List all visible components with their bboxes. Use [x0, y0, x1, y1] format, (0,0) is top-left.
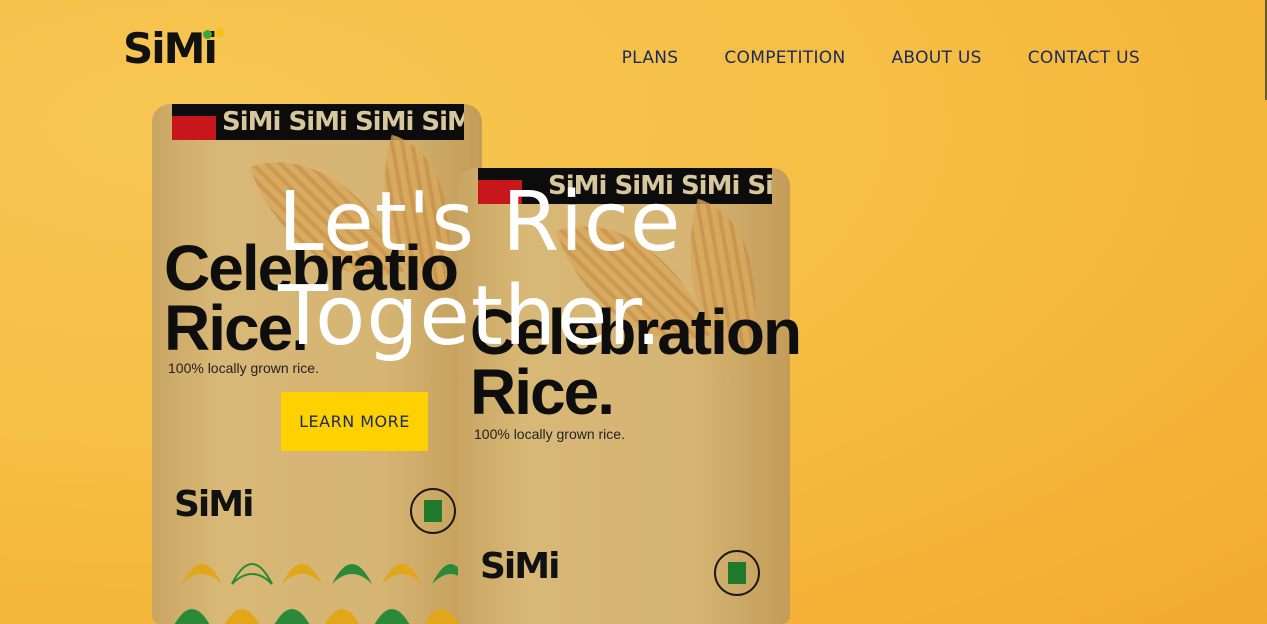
hero-title-line2: Together. — [278, 269, 663, 364]
hero-title: Let's Rice Together. — [278, 176, 718, 364]
leaf-pattern-icon — [174, 563, 467, 624]
main-nav: PLANS COMPETITION ABOUT US CONTACT US — [622, 48, 1140, 68]
nav-competition[interactable]: COMPETITION — [724, 48, 845, 68]
proudly-nigerian-seal-icon — [410, 488, 456, 534]
bag-logo: SiMi — [174, 484, 254, 525]
logo-green-dot — [203, 30, 212, 39]
logo-yellow-dot — [215, 28, 224, 37]
proudly-nigerian-seal-icon — [714, 550, 760, 596]
nav-contact-us[interactable]: CONTACT US — [1028, 48, 1140, 68]
bag-name-line2: Rice. — [470, 356, 615, 428]
bag-tagline: 100% locally grown rice. — [474, 426, 625, 442]
nav-about-us[interactable]: ABOUT US — [891, 48, 981, 68]
nav-plans[interactable]: PLANS — [622, 48, 679, 68]
hero-title-line1: Let's Rice — [278, 175, 682, 270]
bag-red-tab — [172, 116, 216, 140]
site-logo[interactable]: SiMi — [123, 26, 227, 72]
learn-more-button[interactable]: LEARN MORE — [281, 392, 428, 451]
bag-logo: SiMi — [480, 546, 560, 587]
